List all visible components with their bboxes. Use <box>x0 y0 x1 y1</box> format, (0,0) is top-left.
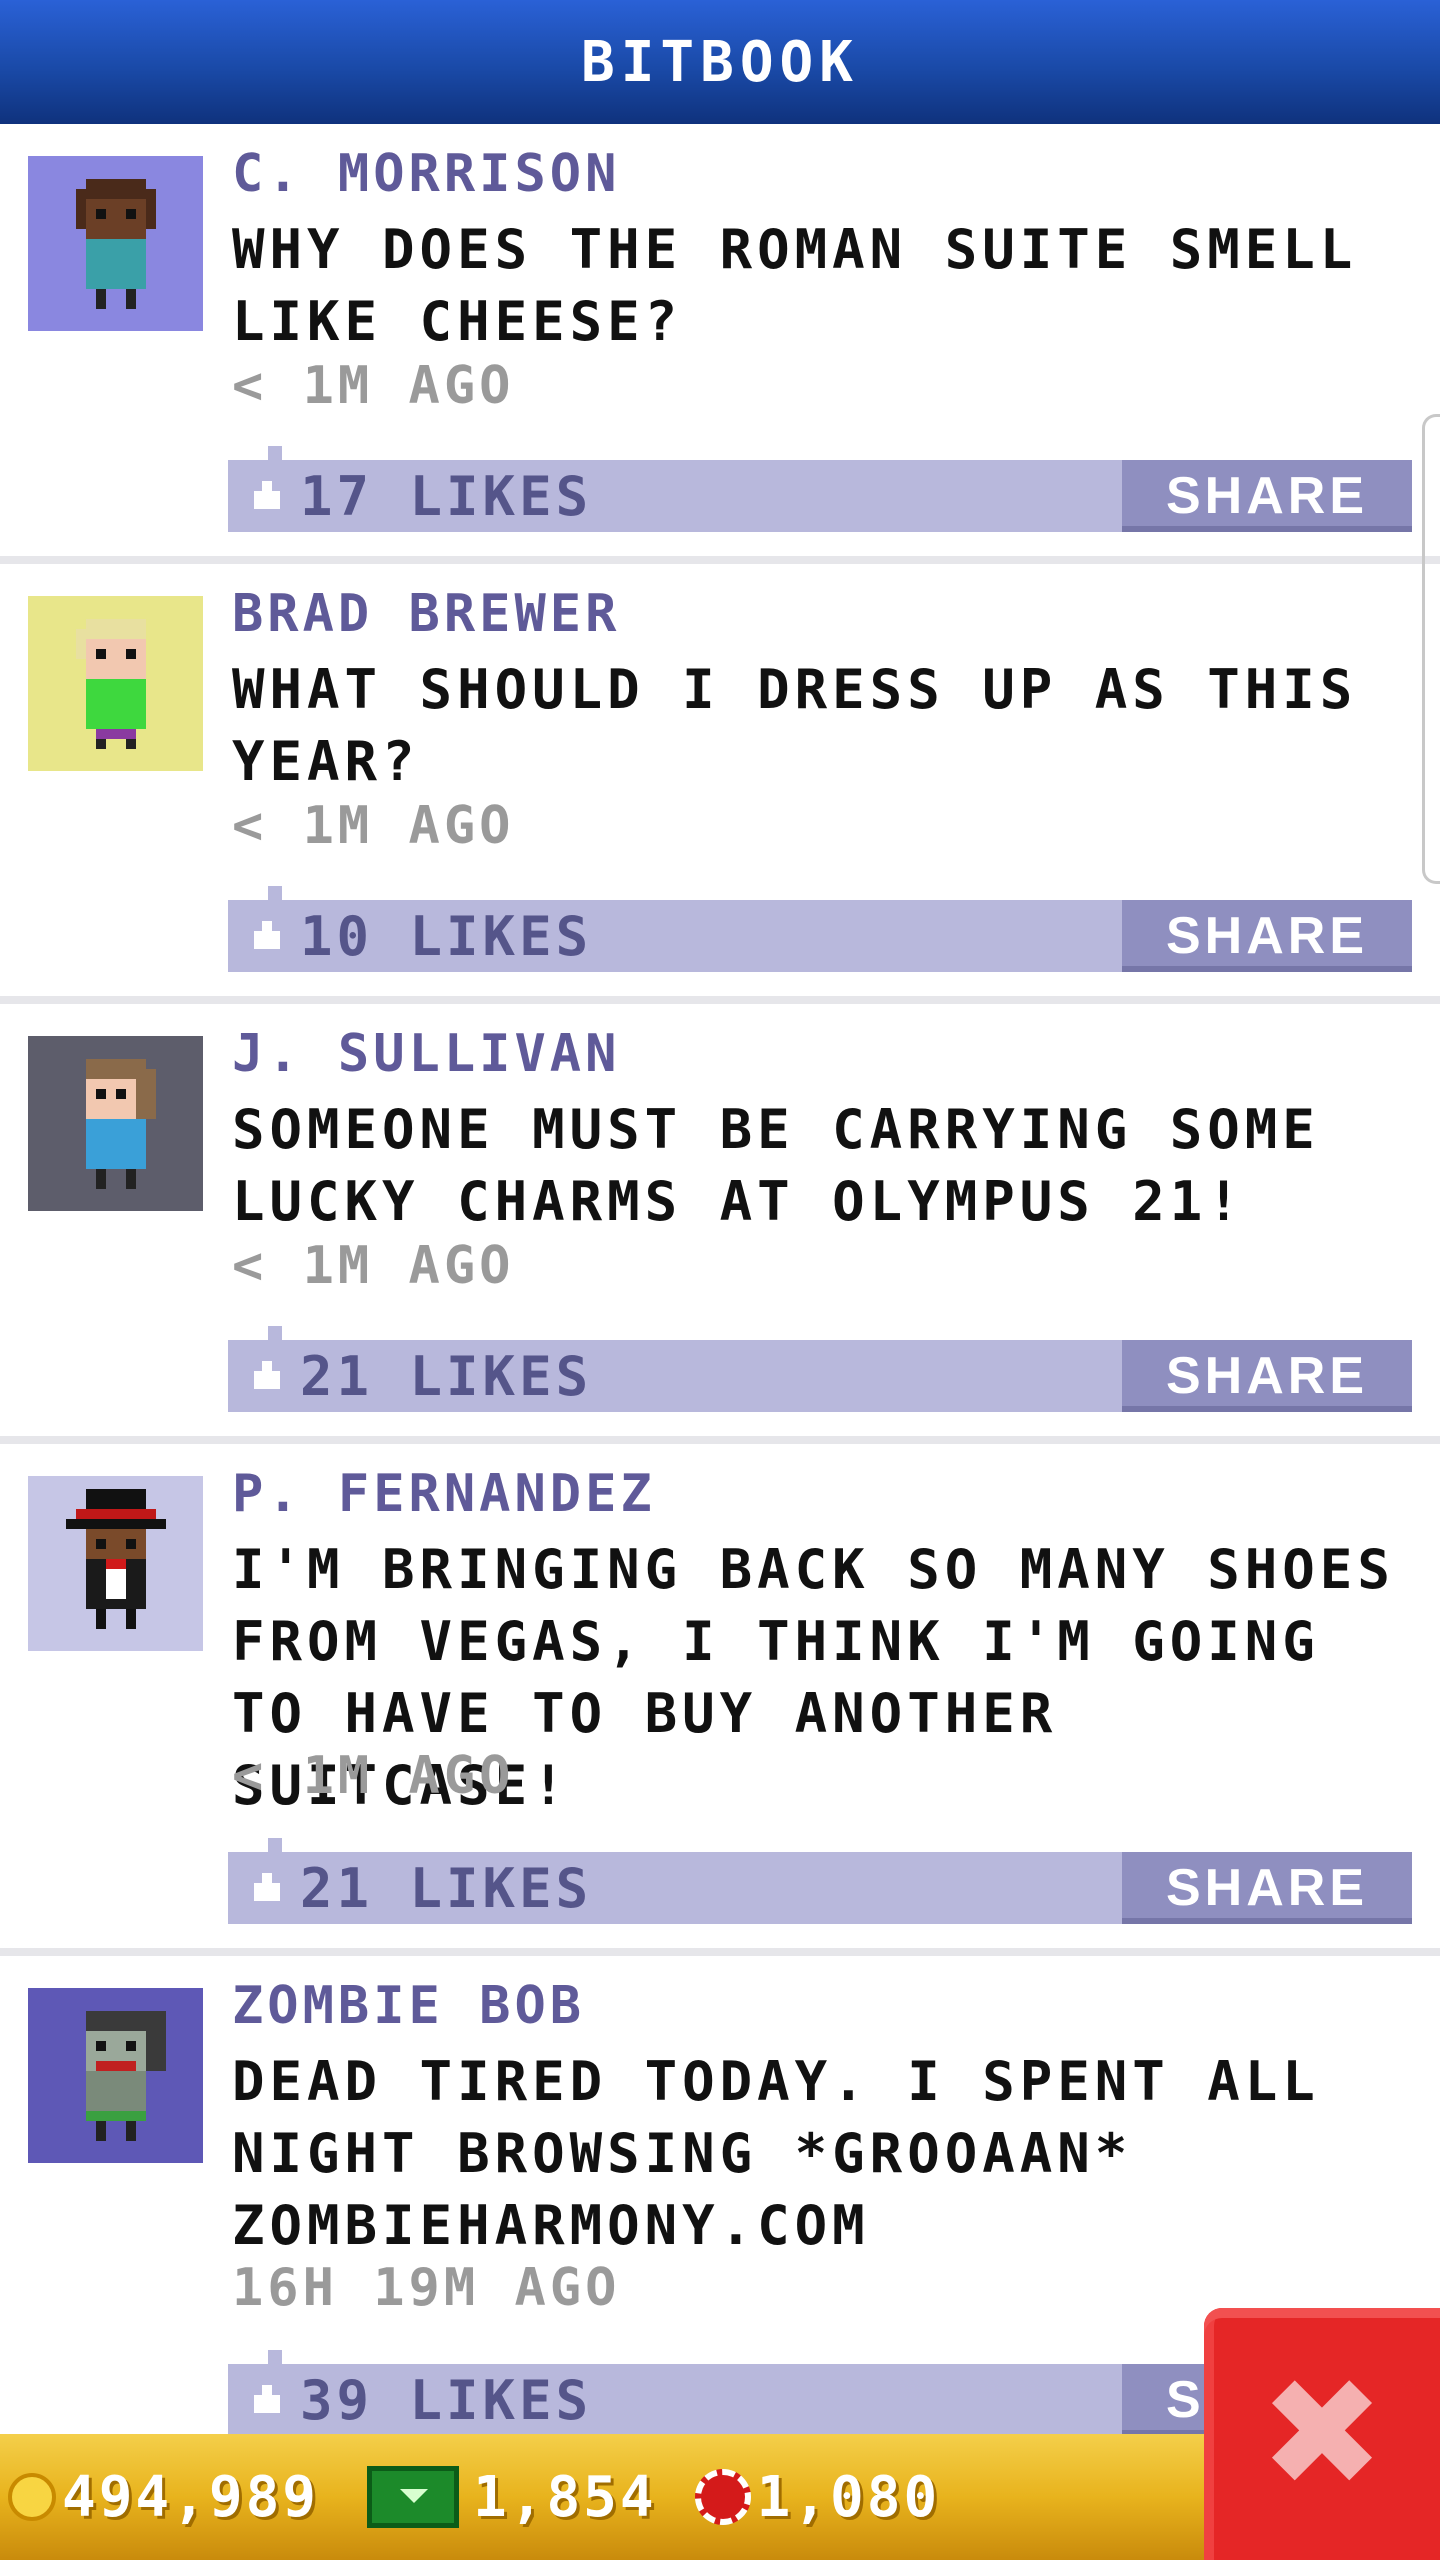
thumbs-up-icon[interactable] <box>248 1361 282 1391</box>
chips-stat: 1,080 <box>665 2465 941 2530</box>
likes-count: 10 LIKES <box>300 904 593 968</box>
scrollbar[interactable] <box>1422 414 1440 884</box>
post-timestamp: < 1M AGO <box>232 1236 515 1296</box>
thumbs-up-icon[interactable] <box>248 921 282 951</box>
post-author: BRAD BREWER <box>232 584 621 644</box>
post-author: C. MORRISON <box>232 144 621 204</box>
share-button[interactable]: SHARE <box>1122 460 1412 532</box>
avatar[interactable] <box>28 156 203 331</box>
chips-value: 1,080 <box>756 2464 941 2530</box>
post-author: P. FERNANDEZ <box>232 1464 656 1524</box>
person-avatar-icon <box>65 1488 166 1629</box>
close-icon: ✖ <box>1259 2347 1385 2521</box>
bux-value: 1,854 <box>473 2464 657 2530</box>
thumbs-up-icon[interactable] <box>248 481 282 511</box>
close-button[interactable]: ✖ <box>1204 2308 1440 2560</box>
feed-post: C. MORRISON WHY DOES THE ROMAN SUITE SME… <box>0 124 1440 564</box>
thumbs-up-icon[interactable] <box>248 1873 282 1903</box>
app-title: BITBOOK <box>580 29 859 95</box>
post-timestamp: < 1M AGO <box>232 796 515 856</box>
likes-count: 39 LIKES <box>300 2368 593 2432</box>
avatar[interactable] <box>28 1476 203 1651</box>
bux-stat: 1,854 <box>327 2465 657 2530</box>
cash-icon <box>367 2466 460 2528</box>
feed-post: BRAD BREWER WHAT SHOULD I DRESS UP AS TH… <box>0 564 1440 1004</box>
coin-icon <box>8 2473 56 2521</box>
share-button[interactable]: SHARE <box>1122 900 1412 972</box>
likes-count: 21 LIKES <box>300 1856 593 1920</box>
avatar[interactable] <box>28 1988 203 2163</box>
likes-count: 17 LIKES <box>300 464 593 528</box>
likes-bar: 21 LIKES SHARE <box>228 1326 1412 1412</box>
post-timestamp: 16H 19M AGO <box>232 2258 621 2318</box>
post-author: J. SULLIVAN <box>232 1024 621 1084</box>
post-author: ZOMBIE BOB <box>232 1976 586 2036</box>
person-avatar-icon <box>75 618 146 749</box>
post-message: WHY DOES THE ROMAN SUITE SMELL LIKE CHEE… <box>232 218 1358 353</box>
likes-count: 21 LIKES <box>300 1344 593 1408</box>
zombie-avatar-icon <box>85 2010 166 2141</box>
likes-bar: 17 LIKES SHARE <box>228 446 1412 532</box>
app-header: BITBOOK <box>0 0 1440 124</box>
share-button[interactable]: SHARE <box>1122 1852 1412 1924</box>
likes-bar: 10 LIKES SHARE <box>228 886 1412 972</box>
avatar[interactable] <box>28 596 203 771</box>
post-timestamp: < 1M AGO <box>232 1746 515 1806</box>
person-avatar-icon <box>85 1058 156 1189</box>
coins-value: 494,989 <box>62 2464 320 2530</box>
post-message: DEAD TIRED TODAY. I SPENT ALL NIGHT BROW… <box>232 2050 1320 2257</box>
thumbs-up-icon[interactable] <box>248 2385 282 2415</box>
avatar[interactable] <box>28 1036 203 1211</box>
feed-post: P. FERNANDEZ I'M BRINGING BACK SO MANY S… <box>0 1444 1440 1956</box>
person-avatar-icon <box>75 178 156 309</box>
post-timestamp: < 1M AGO <box>232 356 515 416</box>
share-button[interactable]: SHARE <box>1122 1340 1412 1412</box>
chip-icon <box>694 2469 751 2525</box>
news-feed[interactable]: C. MORRISON WHY DOES THE ROMAN SUITE SME… <box>0 124 1440 2434</box>
likes-bar: 21 LIKES SHARE <box>228 1838 1412 1924</box>
feed-post: J. SULLIVAN SOMEONE MUST BE CARRYING SOM… <box>0 1004 1440 1444</box>
post-message: SOMEONE MUST BE CARRYING SOME LUCKY CHAR… <box>232 1098 1320 1233</box>
coins-stat: 494,989 <box>8 2465 319 2530</box>
post-message: WHAT SHOULD I DRESS UP AS THIS YEAR? <box>232 658 1358 793</box>
